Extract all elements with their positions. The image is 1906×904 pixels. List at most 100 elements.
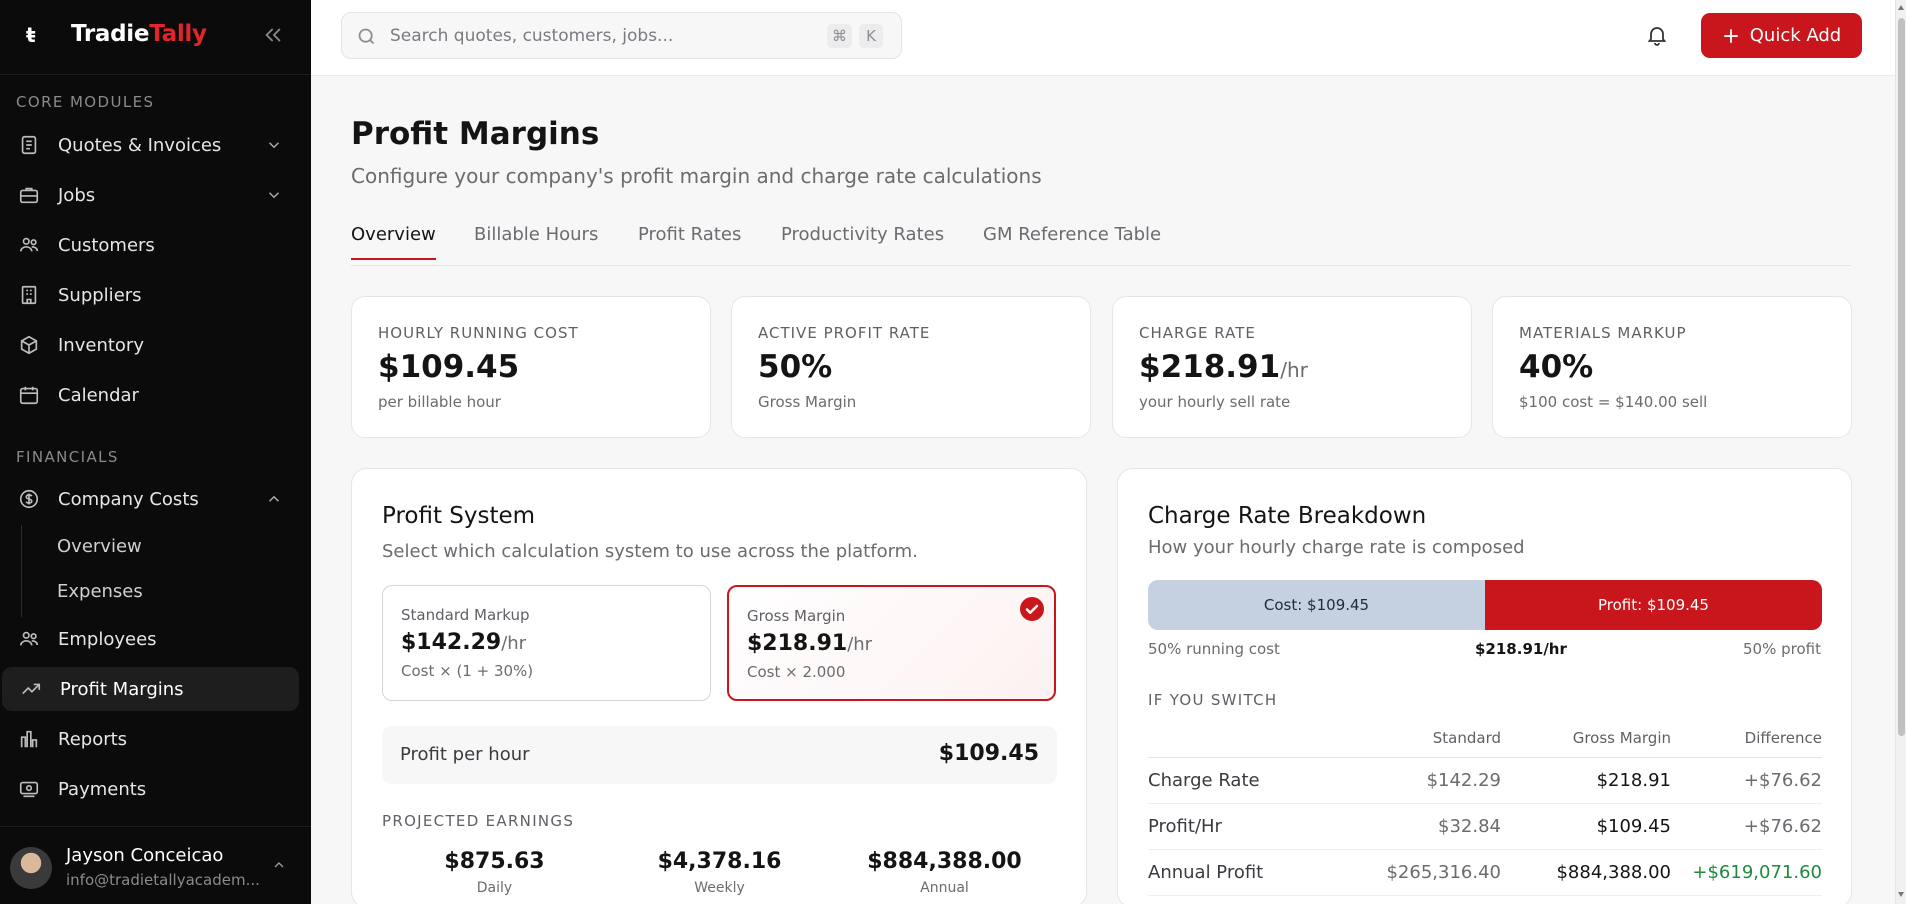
sidebar-item-label: Quotes & Invoices [58,134,222,156]
tab-overview[interactable]: Overview [351,224,436,260]
option-formula: Cost × 2.000 [747,663,846,681]
brand-name[interactable]: TradieTally [71,21,207,47]
sidebar-item-customers[interactable]: Customers [0,223,311,267]
sidebar: ŧ TradieTally CORE MODULES Quotes & Invo… [0,0,311,904]
profit-per-hour-value: $109.45 [938,741,1039,766]
tab-gm-reference-table[interactable]: GM Reference Table [983,224,1161,258]
section-core-modules: CORE MODULES [16,93,155,111]
option-value-number: $218.91 [747,631,848,656]
legend-profit: 50% profit [1743,640,1821,658]
shortcut-k-key: K [859,24,883,48]
sidebar-item-label: Reports [58,728,128,750]
page-scrollbar[interactable] [1895,0,1906,904]
projected-value: $875.63 [444,849,545,874]
option-value: $142.29/hr [401,630,526,655]
difference-value: +$76.62 [1671,757,1822,804]
brand-name-part2: Tally [149,21,207,47]
search-input[interactable] [390,22,790,50]
stat-value-number: 50% [758,349,833,385]
cost-segment: Cost: $109.45 [1148,580,1485,630]
sidebar-item-suppliers[interactable]: Suppliers [0,273,311,317]
dollar-icon [18,488,40,510]
profit-per-hour-row: Profit per hour $109.45 [382,726,1057,784]
trending-up-icon [20,678,42,700]
tab-productivity-rates[interactable]: Productivity Rates [781,224,944,258]
sidebar-item-payments[interactable]: Payments [0,767,311,811]
stat-note: per billable hour [378,393,501,411]
stat-value-number: 40% [1519,349,1594,385]
option-value-number: $142.29 [401,630,502,655]
brand-header: ŧ TradieTally [0,0,311,75]
gross-margin-value: $884,388.00 [1501,849,1671,896]
chevron-up-icon[interactable] [265,490,283,508]
chevron-down-icon[interactable] [265,186,283,204]
quick-add-button[interactable]: Quick Add [1701,13,1862,58]
charge-rate-bar: Cost: $109.45 Profit: $109.45 [1148,580,1822,630]
standard-value: $142.29 [1348,757,1501,804]
sidebar-item-jobs[interactable]: Jobs [0,173,311,217]
option-value: $218.91/hr [747,631,872,656]
sidebar-subitem-overview[interactable]: Overview [57,536,142,557]
standard-value: $32.84 [1348,803,1501,850]
tab-profit-rates[interactable]: Profit Rates [638,224,741,258]
sidebar-item-company-costs[interactable]: Company Costs [0,477,311,521]
page-title: Profit Margins [351,116,600,152]
scroll-down-arrow[interactable] [1898,892,1904,897]
difference-value: +$619,071.60 [1671,849,1822,896]
sidebar-item-label: Calendar [58,384,139,406]
top-bar: ⌘ K Quick Add [311,0,1895,76]
table-row: Profit/Hr $32.84 $109.45 +$76.62 [1148,803,1822,850]
option-unit: /hr [847,634,873,655]
row-label: Annual Profit [1148,849,1348,896]
users-icon [18,628,40,650]
chevron-up-icon[interactable] [271,857,287,873]
page-subtitle: Configure your company's profit margin a… [351,164,1042,188]
search-box[interactable]: ⌘ K [341,12,902,59]
stat-caption: CHARGE RATE [1139,324,1256,342]
difference-value: +$76.62 [1671,803,1822,850]
stat-value-number: $218.91 [1139,349,1281,385]
scrollbar-thumb[interactable] [1898,18,1905,736]
row-label: Charge Rate [1148,757,1348,804]
gross-margin-value: $218.91 [1501,757,1671,804]
stat-note: your hourly sell rate [1139,393,1291,411]
section-financials: FINANCIALS [16,448,119,466]
comparison-table: Standard Gross Margin Difference Charge … [1148,719,1822,896]
option-unit: /hr [501,633,527,654]
stat-value: 50% [758,349,832,385]
bell-icon[interactable] [1645,23,1669,47]
card-subtitle: Select which calculation system to use a… [382,541,918,562]
sidebar-item-calendar[interactable]: Calendar [0,373,311,417]
building-icon [18,284,40,306]
chevron-down-icon[interactable] [265,136,283,154]
scroll-up-arrow[interactable] [1898,5,1904,10]
stat-card-materials-markup: MATERIALS MARKUP 40% $100 cost = $140.00… [1492,296,1852,438]
sidebar-item-label: Jobs [58,184,96,206]
table-row: Charge Rate $142.29 $218.91 +$76.62 [1148,757,1822,804]
option-gross-margin[interactable]: Gross Margin $218.91/hr Cost × 2.000 [727,585,1056,701]
user-profile[interactable]: Jayson Conceicao info@tradietallyacadem.… [0,826,311,904]
collapse-sidebar-icon[interactable] [262,24,284,46]
stat-value: $109.45 [378,349,519,385]
bar-chart-icon [18,728,40,750]
sidebar-subitem-expenses[interactable]: Expenses [57,581,143,602]
card-title: Charge Rate Breakdown [1148,503,1427,529]
profit-system-card: Profit System Select which calculation s… [351,468,1087,904]
sidebar-item-profit-margins[interactable]: Profit Margins [2,667,299,711]
sidebar-item-label: Suppliers [58,284,142,306]
sidebar-item-employees[interactable]: Employees [0,617,311,661]
stat-note: $100 cost = $140.00 sell [1519,393,1708,411]
sidebar-item-inventory[interactable]: Inventory [0,323,311,367]
tab-billable-hours[interactable]: Billable Hours [474,224,598,258]
sidebar-item-quotes-invoices[interactable]: Quotes & Invoices [0,123,311,167]
table-header-row: Standard Gross Margin Difference [1148,719,1822,758]
user-name: Jayson Conceicao [66,845,224,866]
option-formula: Cost × (1 + 30%) [401,662,534,680]
option-standard-markup[interactable]: Standard Markup $142.29/hr Cost × (1 + 3… [382,585,711,701]
stat-value-number: $109.45 [378,349,520,385]
sidebar-item-reports[interactable]: Reports [0,717,311,761]
if-you-switch-label: IF YOU SWITCH [1148,691,1278,709]
projected-caption: Weekly [694,880,745,896]
profit-per-hour-label: Profit per hour [400,744,530,765]
projected-caption: Annual [920,880,969,896]
